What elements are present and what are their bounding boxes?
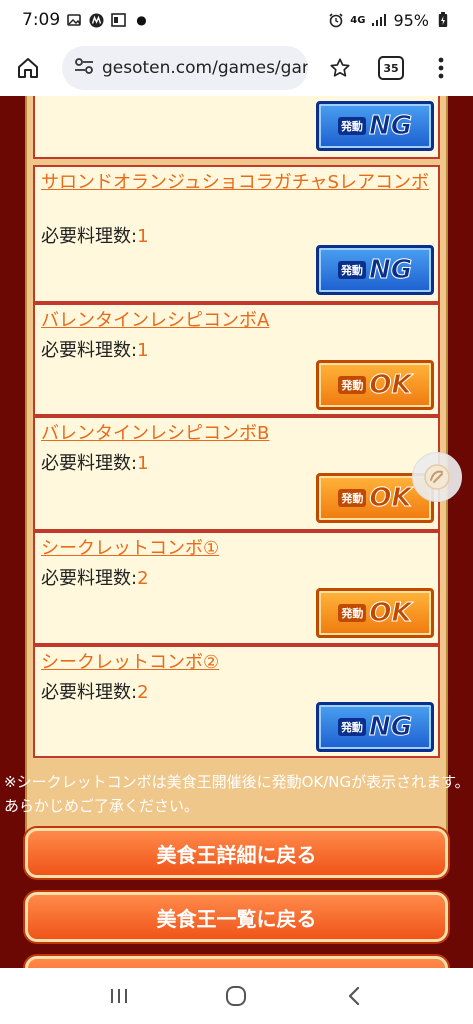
combo-name-link[interactable]: シークレットコンボ② bbox=[41, 651, 436, 675]
floating-app-button[interactable] bbox=[412, 452, 462, 502]
site-settings-icon[interactable] bbox=[74, 57, 94, 79]
back-to-detail-button[interactable]: 美食王詳細に戻る bbox=[25, 828, 448, 878]
combo-item: 発動 NG bbox=[33, 96, 440, 159]
status-bar: 7:09 ● 4G 95% bbox=[0, 0, 473, 40]
home-circle-icon bbox=[226, 986, 247, 1006]
combo-item: サロンドオランジュショコラガチャSレアコンボ 必要料理数:1 発動 NG bbox=[33, 165, 440, 303]
web-page: 発動 NG サロンドオランジュショコラガチャSレアコンボ 必要料理数:1 発動 … bbox=[0, 96, 473, 968]
more-notifications-dot-icon: ● bbox=[136, 13, 147, 27]
combo-requirement: 必要料理数:1 bbox=[41, 340, 149, 361]
combo-requirement: 必要料理数:2 bbox=[41, 682, 149, 703]
status-right: 4G 95% bbox=[328, 11, 451, 30]
address-bar[interactable]: gesoten.com/games/gar bbox=[62, 46, 308, 90]
next-nav-button[interactable] bbox=[25, 956, 448, 968]
floating-logo-icon bbox=[424, 464, 450, 490]
more-vert-icon bbox=[438, 57, 444, 79]
overflow-menu-button[interactable] bbox=[426, 48, 456, 88]
combo-status-badge: 発動 NG bbox=[316, 702, 434, 752]
browser-toolbar: gesoten.com/games/gar 35 bbox=[0, 40, 473, 96]
combo-requirement: 必要料理数:1 bbox=[41, 226, 149, 247]
status-left: 7:09 ● bbox=[22, 10, 147, 30]
combo-item: バレンタインレシピコンボB 必要料理数:1 発動 OK bbox=[33, 416, 440, 531]
network-type: 4G bbox=[350, 14, 366, 26]
combo-name-link[interactable]: バレンタインレシピコンボA bbox=[41, 309, 436, 333]
combo-item: シークレットコンボ② 必要料理数:2 発動 NG bbox=[33, 645, 440, 758]
star-icon bbox=[330, 58, 350, 77]
bookmark-button[interactable] bbox=[320, 48, 360, 88]
combo-item: バレンタインレシピコンボA 必要料理数:1 発動 OK bbox=[33, 303, 440, 416]
battery-charging-icon bbox=[435, 12, 451, 28]
combo-name-link[interactable]: シークレットコンボ① bbox=[41, 537, 436, 561]
combo-item: シークレットコンボ① 必要料理数:2 発動 OK bbox=[33, 531, 440, 645]
recents-button[interactable] bbox=[99, 976, 139, 1016]
combo-status-badge: 発動 NG bbox=[316, 101, 434, 151]
back-chevron-icon bbox=[349, 986, 360, 1006]
signal-icon bbox=[371, 12, 387, 28]
home-nav-button[interactable] bbox=[216, 976, 256, 1016]
url-text: gesoten.com/games/gar bbox=[102, 58, 308, 78]
system-navigation-bar bbox=[0, 968, 473, 1024]
recents-icon bbox=[110, 989, 127, 1003]
status-time: 7:09 bbox=[22, 10, 61, 30]
combo-status-badge: 発動 OK bbox=[316, 360, 434, 410]
alarm-icon bbox=[328, 12, 344, 28]
cast-notification-icon bbox=[110, 12, 126, 28]
back-to-list-button[interactable]: 美食王一覧に戻る bbox=[25, 892, 448, 942]
image-notification-icon bbox=[66, 12, 82, 28]
combo-status-badge: 発動 OK bbox=[316, 588, 434, 638]
combo-status-badge: 発動 NG bbox=[316, 245, 434, 295]
home-button[interactable] bbox=[8, 48, 48, 88]
combo-requirement: 必要料理数:1 bbox=[41, 453, 149, 474]
combo-requirement: 必要料理数:2 bbox=[41, 568, 149, 589]
battery-percent: 95% bbox=[393, 10, 429, 30]
tab-switcher-button[interactable]: 35 bbox=[378, 56, 404, 80]
combo-name-link[interactable]: サロンドオランジュショコラガチャSレアコンボ bbox=[41, 171, 436, 195]
secret-combo-note: ※シークレットコンボは美食王開催後に発動OK/NGが表示されます。あらかじめご了… bbox=[4, 773, 470, 815]
combo-name-link[interactable]: バレンタインレシピコンボB bbox=[41, 422, 436, 446]
home-icon bbox=[18, 58, 38, 78]
app-notification-icon bbox=[88, 12, 104, 28]
back-button[interactable] bbox=[334, 976, 374, 1016]
